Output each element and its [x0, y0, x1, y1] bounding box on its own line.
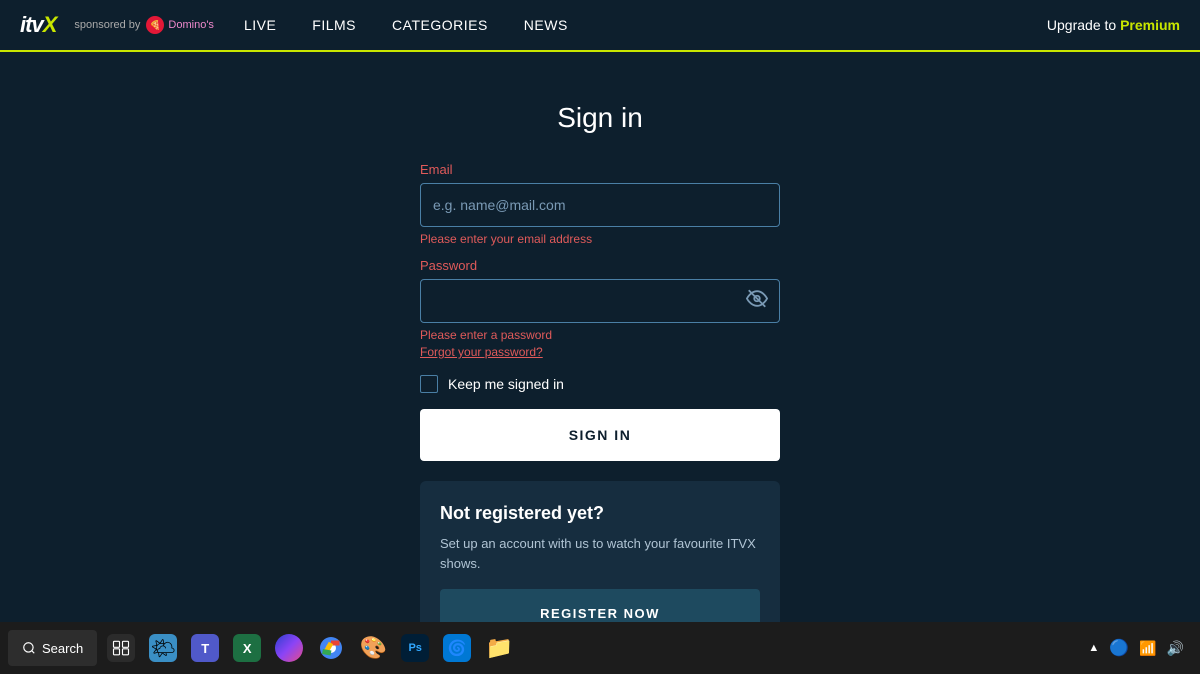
sign-in-form: Sign in Email Please enter your email ad… — [420, 102, 780, 653]
upgrade-text: Upgrade to — [1047, 17, 1116, 33]
eye-svg — [746, 288, 768, 310]
dominos-icon: 🍕 — [146, 16, 164, 34]
nav-links: LIVE FILMS CATEGORIES NEWS — [244, 17, 1047, 33]
taskbar-app-icons: 🌤 T X — [101, 628, 519, 668]
photoshop-icon[interactable]: Ps — [395, 628, 435, 668]
email-input[interactable] — [420, 183, 780, 227]
password-error: Please enter a password — [420, 328, 780, 342]
task-view-icon[interactable] — [101, 628, 141, 668]
premium-label: Premium — [1120, 17, 1180, 33]
password-input[interactable] — [420, 279, 780, 323]
sign-in-button[interactable]: SIGN IN — [420, 409, 780, 461]
arc-browser-icon[interactable] — [269, 628, 309, 668]
folder-icon[interactable]: 📁 — [479, 628, 519, 668]
color-tool-icon[interactable]: 🎨 — [353, 628, 393, 668]
keep-signed-in-checkbox[interactable] — [420, 375, 438, 393]
taskbar-left: Search 🌤 T X — [8, 628, 1088, 668]
forgot-password-link[interactable]: Forgot your password? — [420, 345, 780, 359]
password-label: Password — [420, 258, 780, 273]
sign-in-title: Sign in — [420, 102, 780, 134]
teams-icon[interactable]: T — [185, 628, 225, 668]
search-button[interactable]: Search — [8, 630, 97, 666]
sponsored-by: sponsored by 🍕 Domino's — [74, 16, 214, 34]
keep-signed-in-label[interactable]: Keep me signed in — [448, 376, 564, 392]
nav-link-news[interactable]: NEWS — [524, 17, 568, 33]
nav-link-films[interactable]: FILMS — [312, 17, 356, 33]
logo-text: itvX — [20, 12, 56, 38]
register-description: Set up an account with us to watch your … — [440, 534, 760, 573]
edge-icon[interactable]: 🌀 — [437, 628, 477, 668]
keep-signed-in-group: Keep me signed in — [420, 375, 780, 393]
wifi-icon[interactable]: 📶 — [1139, 640, 1156, 657]
taskbar: Search 🌤 T X — [0, 622, 1200, 674]
password-wrapper — [420, 279, 780, 323]
nav-link-categories[interactable]: CATEGORIES — [392, 17, 488, 33]
color-circles-icon[interactable] — [311, 628, 351, 668]
search-label: Search — [42, 641, 83, 656]
search-icon — [22, 641, 36, 655]
weather-app-icon[interactable]: 🌤 — [143, 628, 183, 668]
toggle-password-icon[interactable] — [746, 288, 768, 315]
onedrive-icon: 🔵 — [1109, 638, 1129, 658]
upgrade-button[interactable]: Upgrade to Premium — [1047, 17, 1180, 33]
register-title: Not registered yet? — [440, 503, 760, 524]
sys-tray: ▲ 🔵 📶 🔊 — [1088, 638, 1184, 658]
chevron-up-icon[interactable]: ▲ — [1088, 642, 1099, 654]
excel-icon[interactable]: X — [227, 628, 267, 668]
email-field-group: Email Please enter your email address — [420, 162, 780, 246]
password-field-group: Password Please enter a password Forgot … — [420, 258, 780, 359]
email-label: Email — [420, 162, 780, 177]
main-content: Sign in Email Please enter your email ad… — [0, 52, 1200, 622]
sponsored-label: sponsored by — [74, 19, 140, 31]
itvx-logo[interactable]: itvX — [20, 12, 56, 38]
taskbar-right: ▲ 🔵 📶 🔊 — [1088, 638, 1192, 658]
email-error: Please enter your email address — [420, 232, 780, 246]
dominos-name: Domino's — [168, 19, 214, 31]
volume-icon[interactable]: 🔊 — [1167, 640, 1184, 657]
dominos-logo: 🍕 Domino's — [146, 16, 214, 34]
nav-link-live[interactable]: LIVE — [244, 17, 276, 33]
navbar: itvX sponsored by 🍕 Domino's LIVE FILMS … — [0, 0, 1200, 52]
